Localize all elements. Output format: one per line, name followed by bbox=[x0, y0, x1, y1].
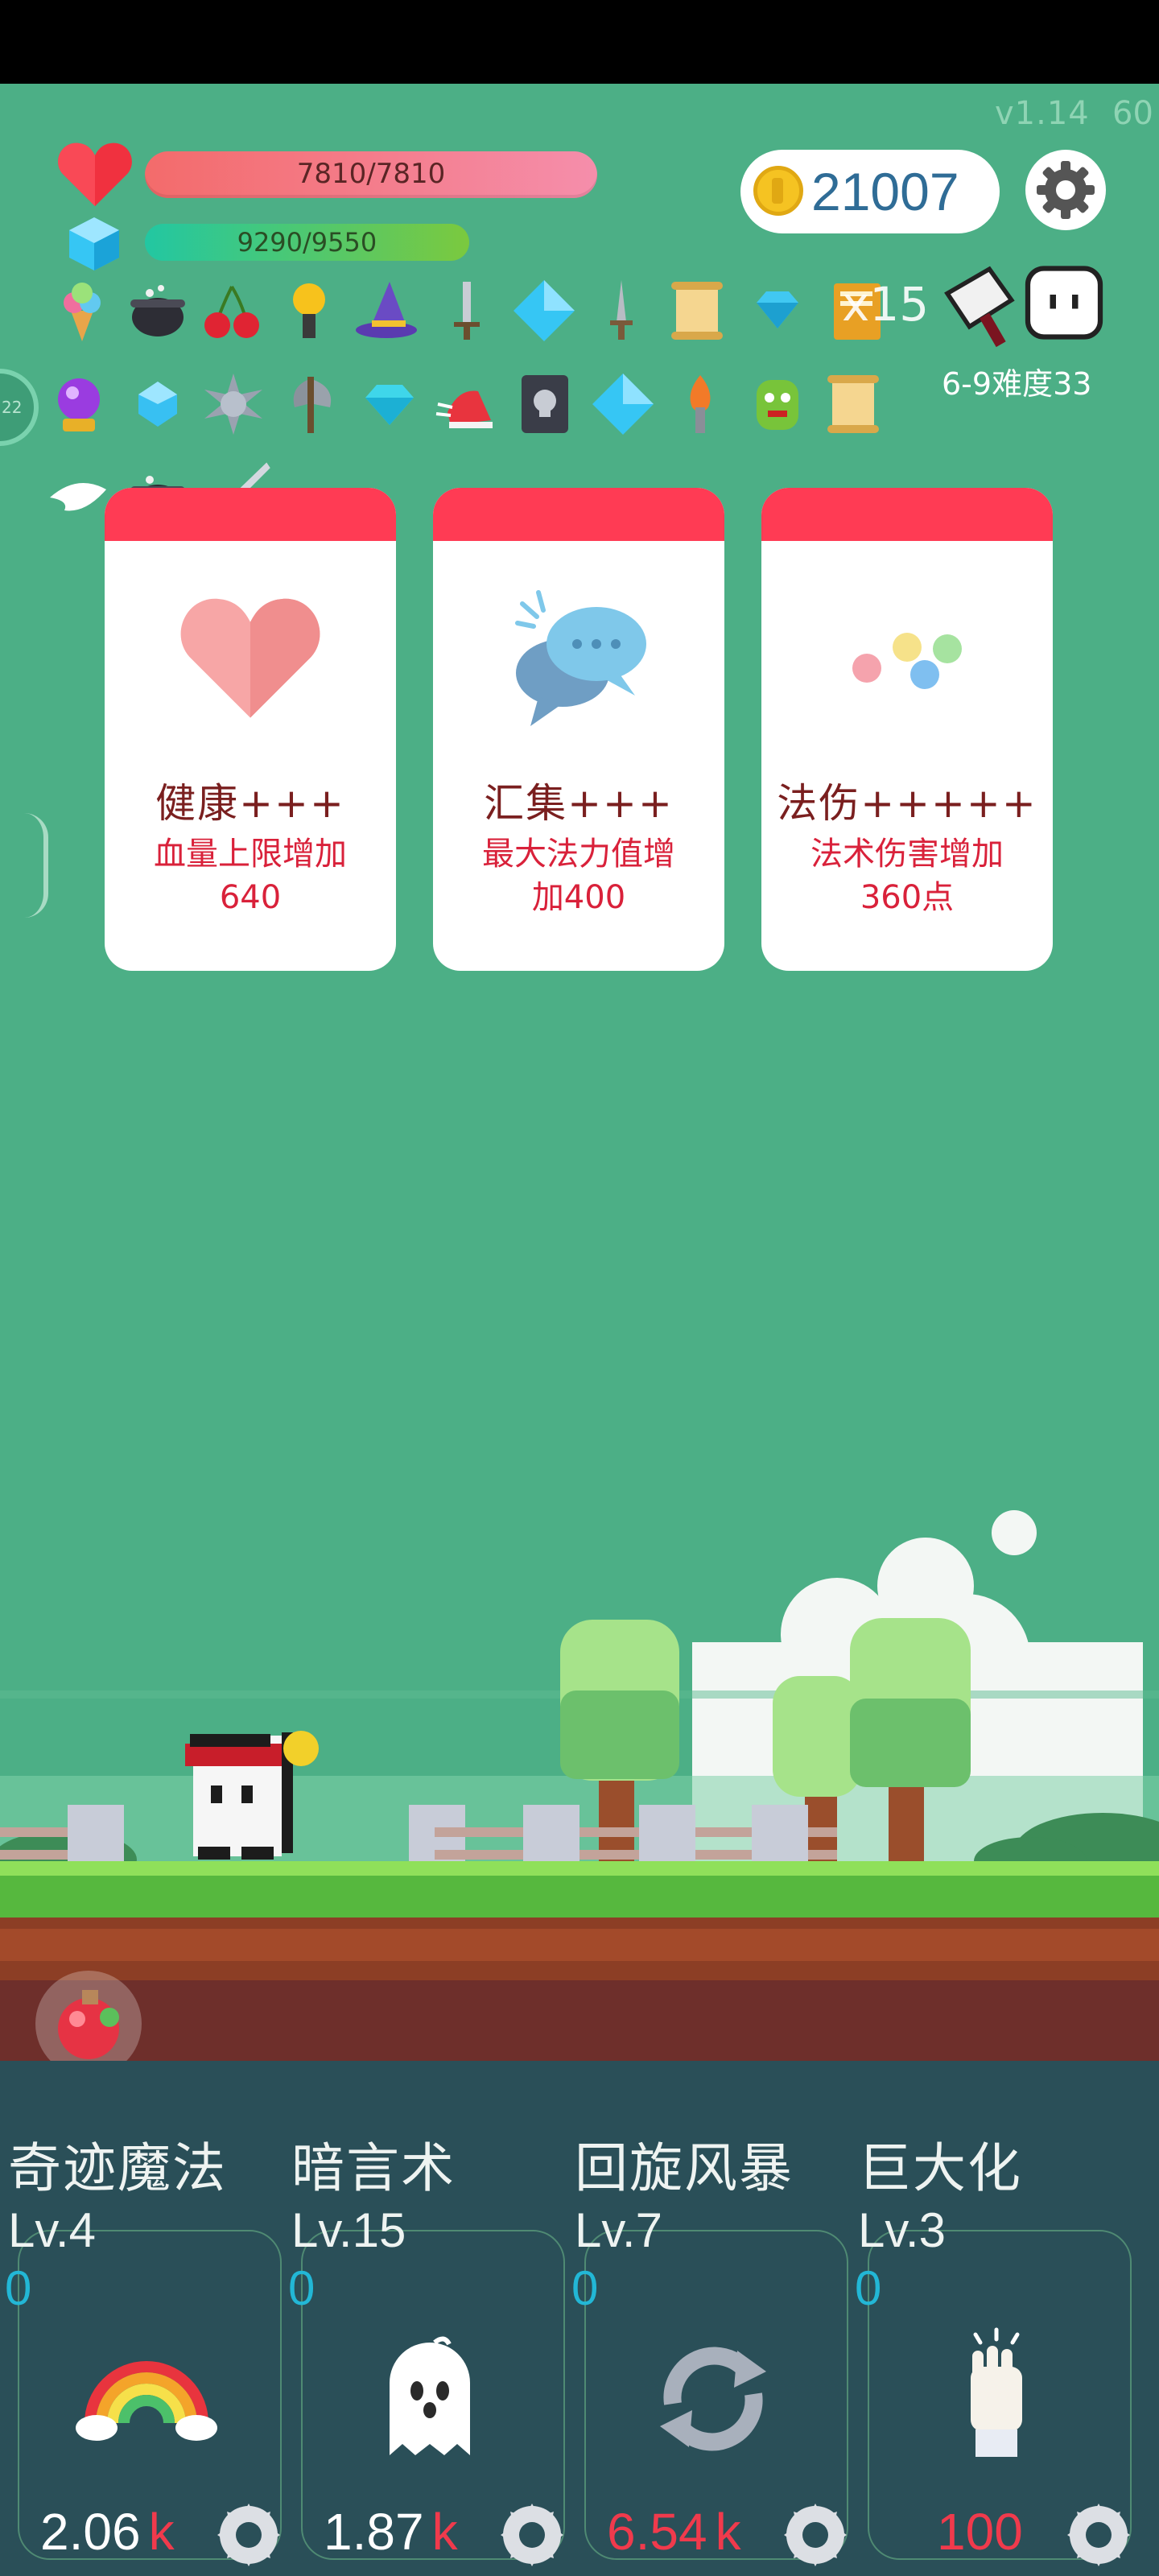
card-description: 血量上限增加 640 bbox=[121, 832, 380, 919]
torch-trophy-icon[interactable] bbox=[277, 279, 341, 343]
card-title: 汇集+++ bbox=[484, 780, 674, 827]
card-description: 法术伤害增加 360点 bbox=[777, 832, 1037, 919]
small-gem-icon[interactable] bbox=[745, 279, 810, 343]
skill-name: 回旋风暴 bbox=[575, 2137, 794, 2199]
skill-count: 0 bbox=[288, 2261, 316, 2315]
heart-icon bbox=[180, 598, 320, 718]
skill-count: 0 bbox=[5, 2261, 32, 2315]
skill-slot-whirlwind[interactable]: 回旋风暴 Lv.7 0 6.54 k bbox=[567, 2125, 850, 2576]
card-title: 健康+++ bbox=[155, 780, 345, 827]
skill-name: 奇迹魔法 bbox=[8, 2137, 227, 2199]
diamond-icon[interactable] bbox=[591, 372, 655, 436]
scroll-icon[interactable] bbox=[821, 372, 885, 436]
cleaver-icon[interactable] bbox=[938, 262, 1027, 351]
crystal-ball-icon[interactable] bbox=[47, 372, 111, 436]
skill-slot-miracle-magic[interactable]: 奇迹魔法 Lv.4 0 2.06 k bbox=[0, 2125, 283, 2576]
skill-cost: 100 bbox=[937, 2503, 1023, 2561]
card-header bbox=[433, 488, 724, 541]
side-timer-ring[interactable]: 22 bbox=[0, 369, 39, 446]
skill-cost: 6.54 k bbox=[607, 2503, 741, 2561]
scroll-icon[interactable] bbox=[665, 279, 729, 343]
heart-icon bbox=[58, 142, 132, 207]
card-desc-line: 360点 bbox=[860, 879, 955, 916]
card-desc-line: 最大法力值增 bbox=[482, 836, 675, 873]
skill-name: 巨大化 bbox=[858, 2137, 1022, 2199]
chat-bubbles-icon bbox=[515, 590, 646, 726]
cherry-icon[interactable] bbox=[200, 279, 264, 343]
mana-text: 9290/9550 bbox=[237, 227, 377, 258]
card-desc-line: 法术伤害增加 bbox=[810, 836, 1004, 873]
cauldron-icon[interactable] bbox=[126, 279, 190, 343]
diamond-icon[interactable] bbox=[512, 279, 576, 343]
flame-staff-icon[interactable] bbox=[668, 372, 732, 436]
skill-level: Lv.15 bbox=[291, 2203, 406, 2257]
card-header bbox=[105, 488, 396, 541]
coin-value: 21007 bbox=[811, 162, 959, 221]
health-bar: 7810/7810 bbox=[145, 151, 597, 198]
health-text: 7810/7810 bbox=[296, 158, 446, 190]
hand-icon bbox=[971, 2327, 1022, 2457]
card-desc-line: 加400 bbox=[531, 879, 626, 916]
cyan-gem-icon[interactable] bbox=[357, 372, 422, 436]
axe-icon[interactable] bbox=[278, 372, 343, 436]
dots-icon bbox=[852, 633, 962, 689]
upgrade-gear-icon[interactable] bbox=[1064, 2500, 1133, 2570]
rainbow-icon bbox=[76, 2361, 217, 2441]
version-label: v1.14 bbox=[995, 95, 1090, 132]
winged-shoe-icon[interactable] bbox=[435, 372, 499, 436]
upgrade-card-mana[interactable]: 汇集+++ 最大法力值增 加400 bbox=[433, 488, 724, 971]
upgrade-card-health[interactable]: 健康+++ 血量上限增加 640 bbox=[105, 488, 396, 971]
goblin-icon[interactable] bbox=[745, 372, 810, 436]
ghost-boss-icon[interactable] bbox=[1024, 262, 1104, 343]
upgrade-card-spell-damage[interactable]: 法伤+++++ 法术伤害增加 360点 bbox=[761, 488, 1053, 971]
status-bar bbox=[0, 0, 1159, 84]
sword-icon[interactable] bbox=[435, 279, 499, 343]
coin-counter: 21007 bbox=[740, 150, 1000, 233]
gear-icon bbox=[1037, 161, 1095, 219]
mana-bar: 9290/9550 bbox=[145, 224, 469, 261]
skill-level: Lv.4 bbox=[8, 2203, 96, 2257]
skill-name: 暗言术 bbox=[291, 2137, 456, 2199]
skill-level: Lv.7 bbox=[575, 2203, 662, 2257]
blue-gem-icon[interactable] bbox=[126, 372, 190, 436]
whirlwind-icon bbox=[660, 2347, 766, 2451]
side-drawer-handle[interactable] bbox=[24, 813, 48, 918]
ice-cream-icon[interactable] bbox=[50, 279, 114, 343]
settings-button[interactable] bbox=[1025, 150, 1106, 230]
card-title: 法伤+++++ bbox=[777, 780, 1037, 827]
skill-cost: 2.06 k bbox=[40, 2503, 175, 2561]
mana-gem-icon bbox=[69, 217, 119, 270]
coin-icon bbox=[753, 166, 803, 216]
card-desc-line: 血量上限增加 bbox=[154, 836, 347, 873]
battle-scene bbox=[0, 1510, 1159, 2061]
stage-difficulty-label: 6-9难度33 bbox=[942, 366, 1092, 402]
ghost-icon bbox=[390, 2336, 470, 2455]
skill-cost: 1.87 k bbox=[324, 2503, 458, 2561]
upgrade-gear-icon[interactable] bbox=[214, 2500, 283, 2570]
item-multiplier: x15 bbox=[842, 277, 930, 332]
skill-level: Lv.3 bbox=[858, 2203, 946, 2257]
skill-count: 0 bbox=[855, 2261, 882, 2315]
upgrade-gear-icon[interactable] bbox=[497, 2500, 567, 2570]
wizard-hat-icon[interactable] bbox=[354, 279, 419, 343]
fps-counter: 60 bbox=[1112, 95, 1153, 132]
dagger-icon[interactable] bbox=[589, 279, 654, 343]
skill-slot-gigantify[interactable]: 巨大化 Lv.3 0 100 bbox=[850, 2125, 1133, 2576]
skill-slot-shadow-word[interactable]: 暗言术 Lv.15 0 1.87 k bbox=[283, 2125, 567, 2576]
card-header bbox=[761, 488, 1053, 541]
card-description: 最大法力值增 加400 bbox=[449, 832, 708, 919]
upgrade-gear-icon[interactable] bbox=[781, 2500, 850, 2570]
skull-book-icon[interactable] bbox=[512, 372, 576, 436]
spiked-ball-icon[interactable] bbox=[201, 372, 266, 436]
angel-wing-icon[interactable] bbox=[45, 465, 109, 530]
card-desc-line: 640 bbox=[219, 879, 282, 916]
skill-count: 0 bbox=[571, 2261, 599, 2315]
